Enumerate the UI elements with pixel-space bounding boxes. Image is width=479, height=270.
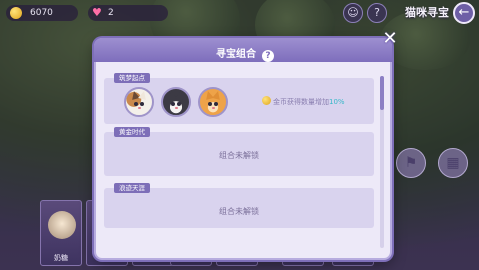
coin-count: 6070 — [30, 8, 53, 18]
combo-card: 浪迹天涯 组合未解锁 — [104, 183, 374, 228]
combo-locked-text: 组合未解锁 — [219, 151, 259, 160]
help-icon[interactable]: ? — [367, 3, 387, 23]
close-button[interactable]: ✕ — [380, 30, 400, 50]
tuxedo-cat-avatar[interactable] — [161, 87, 191, 117]
combo-bonus: 金币获得数量增加10% — [262, 96, 345, 107]
coin-icon — [10, 7, 22, 19]
page-title: 猫咪寻宝 — [405, 6, 449, 19]
help-icon[interactable]: ? — [262, 50, 274, 62]
combo-tag: 筑梦起点 — [114, 73, 150, 83]
calico-cat-avatar[interactable] — [124, 87, 154, 117]
bonus-value: 10% — [329, 98, 345, 106]
dialog-title: 寻宝组合? — [96, 45, 394, 62]
treasure-combo-dialog: 寻宝组合? ✕ 筑梦起点 金币获得数量增加10% 黄金时代 组合未解锁 浪迹天涯… — [94, 30, 398, 260]
flag-icon[interactable]: ⚑ — [396, 148, 426, 178]
combo-tag: 浪迹天涯 — [114, 183, 150, 193]
cat-card[interactable]: 奶糖 — [40, 200, 82, 266]
heart-icon: ♥ — [92, 6, 102, 19]
cat-portrait — [48, 211, 76, 239]
scrollbar[interactable] — [380, 76, 384, 248]
scrollbar-thumb[interactable] — [380, 76, 384, 110]
combo-locked-text: 组合未解锁 — [219, 207, 259, 216]
combo-card: 黄金时代 组合未解锁 — [104, 127, 374, 176]
back-button[interactable]: ← — [453, 2, 475, 24]
cat-icon[interactable]: ☺ — [343, 3, 363, 23]
dialog-title-text: 寻宝组合 — [216, 49, 256, 60]
combo-tag: 黄金时代 — [114, 127, 150, 137]
coin-counter: 6070 — [6, 5, 78, 21]
heart-counter: ♥ 2 — [88, 5, 168, 21]
orange-cat-avatar[interactable] — [198, 87, 228, 117]
bonus-text: 金币获得数量增加 — [273, 98, 329, 106]
combo-card: 筑梦起点 金币获得数量增加10% — [104, 73, 374, 124]
calendar-icon[interactable]: ▦ — [438, 148, 468, 178]
coin-icon — [262, 96, 271, 105]
heart-count: 2 — [108, 8, 114, 18]
cat-card-name: 奶糖 — [54, 254, 68, 262]
